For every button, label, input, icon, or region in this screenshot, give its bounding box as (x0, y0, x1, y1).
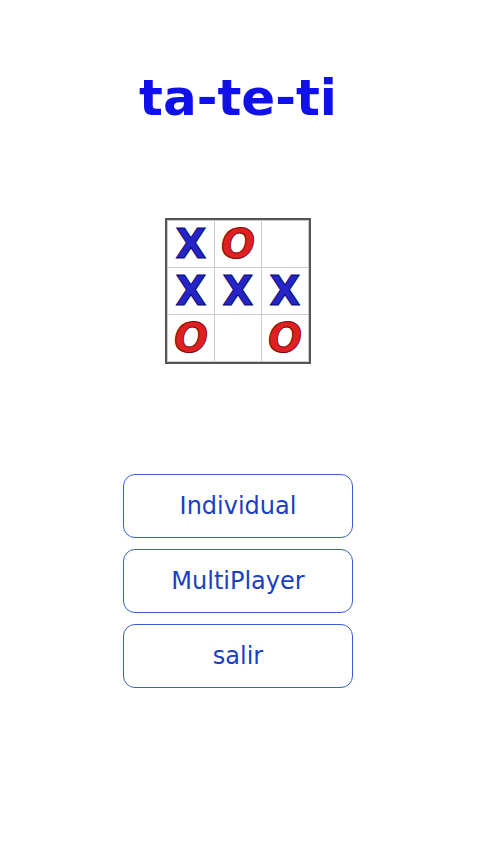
board-cell (262, 221, 308, 267)
menu-button[interactable]: salir (123, 624, 353, 688)
mark-icon: X (176, 271, 207, 311)
mark-icon: X (176, 224, 207, 264)
board-logo-icon: XOXXXOO (165, 218, 311, 364)
board-cell: X (262, 268, 308, 314)
menu-button[interactable]: Individual (123, 474, 353, 538)
board-cell: X (215, 268, 261, 314)
mark-icon: X (223, 271, 254, 311)
menu-button[interactable]: MultiPlayer (123, 549, 353, 613)
mark-icon: X (270, 271, 301, 311)
board-cell: X (168, 268, 214, 314)
game-title: ta-te-ti (139, 68, 337, 128)
board-cell: O (168, 315, 214, 361)
menu: Individual MultiPlayer salir (123, 474, 353, 688)
board-cell: O (215, 221, 261, 267)
mark-icon: O (268, 318, 302, 358)
main-menu: ta-te-tiXOXXXOOIndividualMultiPlayersali… (0, 0, 484, 852)
board-cell: X (168, 221, 214, 267)
board-cell: O (262, 315, 308, 361)
mark-icon: O (221, 224, 255, 264)
board-cell (215, 315, 261, 361)
mark-icon: O (174, 318, 208, 358)
